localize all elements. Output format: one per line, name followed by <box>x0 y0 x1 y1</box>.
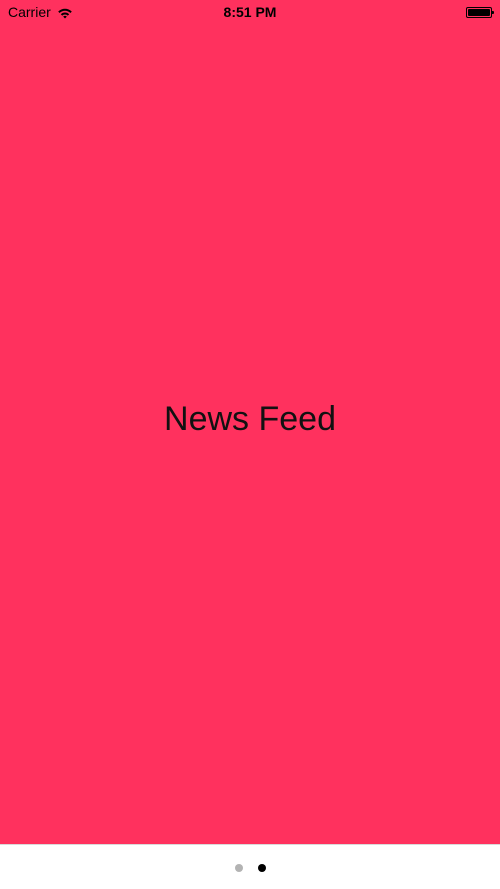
page-control-bar <box>0 844 500 889</box>
page-control[interactable] <box>0 864 500 872</box>
battery-icon <box>466 7 494 18</box>
page-dot-2[interactable] <box>257 864 266 872</box>
app-screen: Carrier 8:51 PM News Feed <box>0 0 500 889</box>
status-time: 8:51 PM <box>223 4 277 20</box>
battery-level-fill <box>468 9 490 16</box>
news-feed-page[interactable]: Carrier 8:51 PM News Feed <box>0 0 500 844</box>
battery-tip <box>492 11 494 14</box>
page-title: News Feed <box>164 400 336 438</box>
status-bar: Carrier 8:51 PM <box>0 0 500 26</box>
page-dot-1[interactable] <box>234 864 243 872</box>
